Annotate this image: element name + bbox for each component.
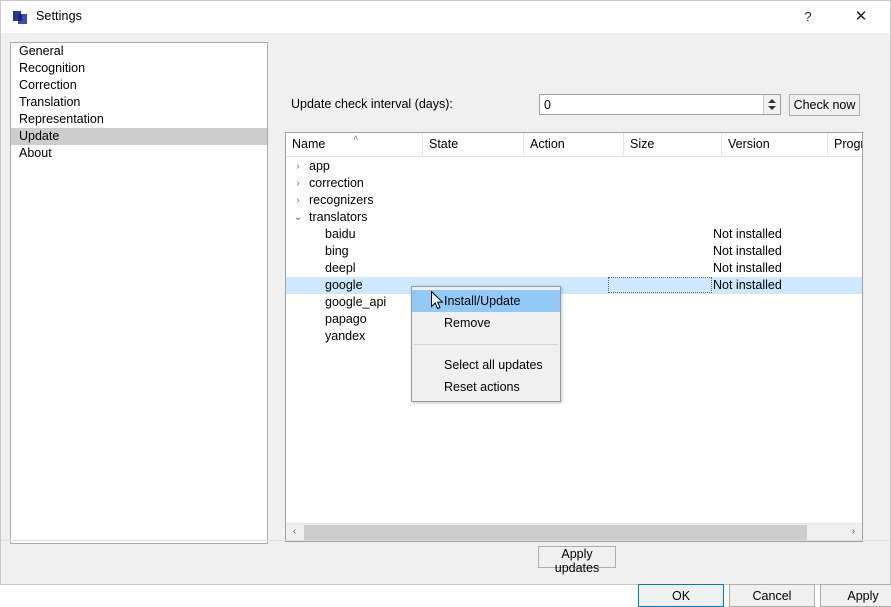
sidebar-item-general[interactable]: General (11, 43, 267, 60)
sidebar-item-update[interactable]: Update (11, 128, 267, 145)
table-row[interactable]: google_api1.0 Kb (286, 294, 862, 311)
dialog-body: General Recognition Correction Translation R… (1, 33, 891, 607)
sidebar-item-correction[interactable]: Correction (11, 77, 267, 94)
help-button[interactable]: ? (785, 1, 831, 32)
scroll-left-icon[interactable]: ‹ (286, 524, 303, 541)
table-row[interactable]: › recognizers (286, 192, 862, 209)
sidebar-item-about[interactable]: About (11, 145, 267, 162)
menu-item-reset-actions[interactable]: Reset actions (412, 376, 560, 398)
title-bar: Settings ? ✕ (1, 1, 890, 34)
cell-name: google_api (325, 295, 387, 309)
spinner-buttons[interactable] (763, 95, 780, 114)
sidebar-item-recognition[interactable]: Recognition (11, 60, 267, 77)
cell-name: bing (325, 244, 349, 258)
sidebar-item-label: Update (19, 129, 60, 143)
cell-name: google (325, 278, 363, 292)
spinner-up-icon[interactable] (768, 99, 776, 103)
tree-rows-container[interactable]: › app › correction › recognizers ⌄ translators b… (286, 157, 862, 521)
table-row[interactable]: › correction (286, 175, 862, 192)
menu-separator (414, 344, 558, 345)
cell-name: recognizers (309, 193, 374, 207)
apply-updates-button[interactable]: Apply updates (538, 546, 616, 575)
table-row[interactable]: deeplNot installed1.6 Kb (286, 260, 862, 277)
table-row[interactable]: › app (286, 158, 862, 175)
cancel-button[interactable]: Cancel (729, 584, 815, 607)
cell-state: Not installed (713, 244, 782, 258)
chevron-right-icon[interactable]: › (292, 192, 304, 209)
tree-header-row[interactable]: ˄ NameStateActionSizeVersionProgres (286, 133, 862, 157)
chevron-right-icon[interactable]: › (292, 158, 304, 175)
menu-item-remove[interactable]: Remove (412, 312, 560, 334)
sidebar-item-label: Representation (19, 112, 104, 126)
cell-name: yandex (325, 329, 366, 343)
settings-category-list[interactable]: General Recognition Correction Translation R… (10, 42, 268, 544)
settings-dialog: Settings ? ✕ General Recognition Correctio… (0, 0, 891, 607)
update-interval-spinbox[interactable] (539, 94, 781, 115)
cell-name: translators (309, 210, 368, 224)
sidebar-item-representation[interactable]: Representation (11, 111, 267, 128)
tree-context-menu[interactable]: Install/Update Remove Select all updates Re… (411, 286, 561, 402)
sidebar-item-label: Translation (19, 95, 81, 109)
sidebar-item-label: Correction (19, 78, 77, 92)
cell-name: baidu (325, 227, 356, 241)
chevron-down-icon[interactable]: ⌄ (292, 209, 304, 226)
cell-state: Not installed (713, 261, 782, 275)
column-header-name[interactable]: Name (286, 133, 423, 156)
footer-divider (1, 540, 890, 541)
updates-tree-view[interactable]: ˄ NameStateActionSizeVersionProgres › app… (285, 132, 863, 542)
chevron-right-icon[interactable]: › (292, 175, 304, 192)
scrollbar-thumb[interactable] (304, 525, 807, 540)
column-header-size[interactable]: Size (624, 133, 722, 156)
sidebar-item-translation[interactable]: Translation (11, 94, 267, 111)
window-title: Settings (36, 9, 82, 23)
menu-item-install-update[interactable]: Install/Update (412, 290, 560, 312)
table-row[interactable]: ⌄ translators (286, 209, 862, 226)
cell-state: Not installed (713, 227, 782, 241)
sidebar-item-label: About (19, 146, 52, 160)
cell-name: correction (309, 176, 364, 190)
horizontal-scrollbar[interactable]: ‹ › (286, 523, 862, 541)
table-row[interactable]: googleNot installed1.2 Kb (286, 277, 862, 294)
column-header-action[interactable]: Action (524, 133, 624, 156)
update-interval-label: Update check interval (days): (291, 97, 453, 111)
app-logo-icon (13, 10, 28, 25)
table-row[interactable]: yandex957 bytes (286, 328, 862, 345)
ok-button[interactable]: OK (638, 584, 724, 607)
apply-button[interactable]: Apply (820, 584, 891, 607)
table-row[interactable]: papago1.9 Kb (286, 311, 862, 328)
sidebar-item-label: General (19, 44, 64, 58)
cell-name: deepl (325, 261, 356, 275)
column-header-progres[interactable]: Progres (828, 133, 862, 156)
update-interval-input[interactable] (540, 95, 762, 114)
menu-item-select-all-updates[interactable]: Select all updates (412, 354, 560, 376)
cell-name: papago (325, 312, 367, 326)
check-now-button[interactable]: Check now (789, 94, 860, 116)
sidebar-item-label: Recognition (19, 61, 86, 75)
close-button[interactable]: ✕ (838, 1, 884, 32)
cell-name: app (309, 159, 330, 173)
column-header-version[interactable]: Version (722, 133, 828, 156)
table-row[interactable]: bingNot installed1.2 Kb (286, 243, 862, 260)
scroll-right-icon[interactable]: › (845, 524, 862, 541)
column-header-state[interactable]: State (423, 133, 524, 156)
spinner-down-icon[interactable] (768, 106, 776, 110)
focus-rectangle (608, 277, 712, 293)
cell-state: Not installed (713, 278, 782, 292)
table-row[interactable]: baiduNot installed1.3 Kb (286, 226, 862, 243)
